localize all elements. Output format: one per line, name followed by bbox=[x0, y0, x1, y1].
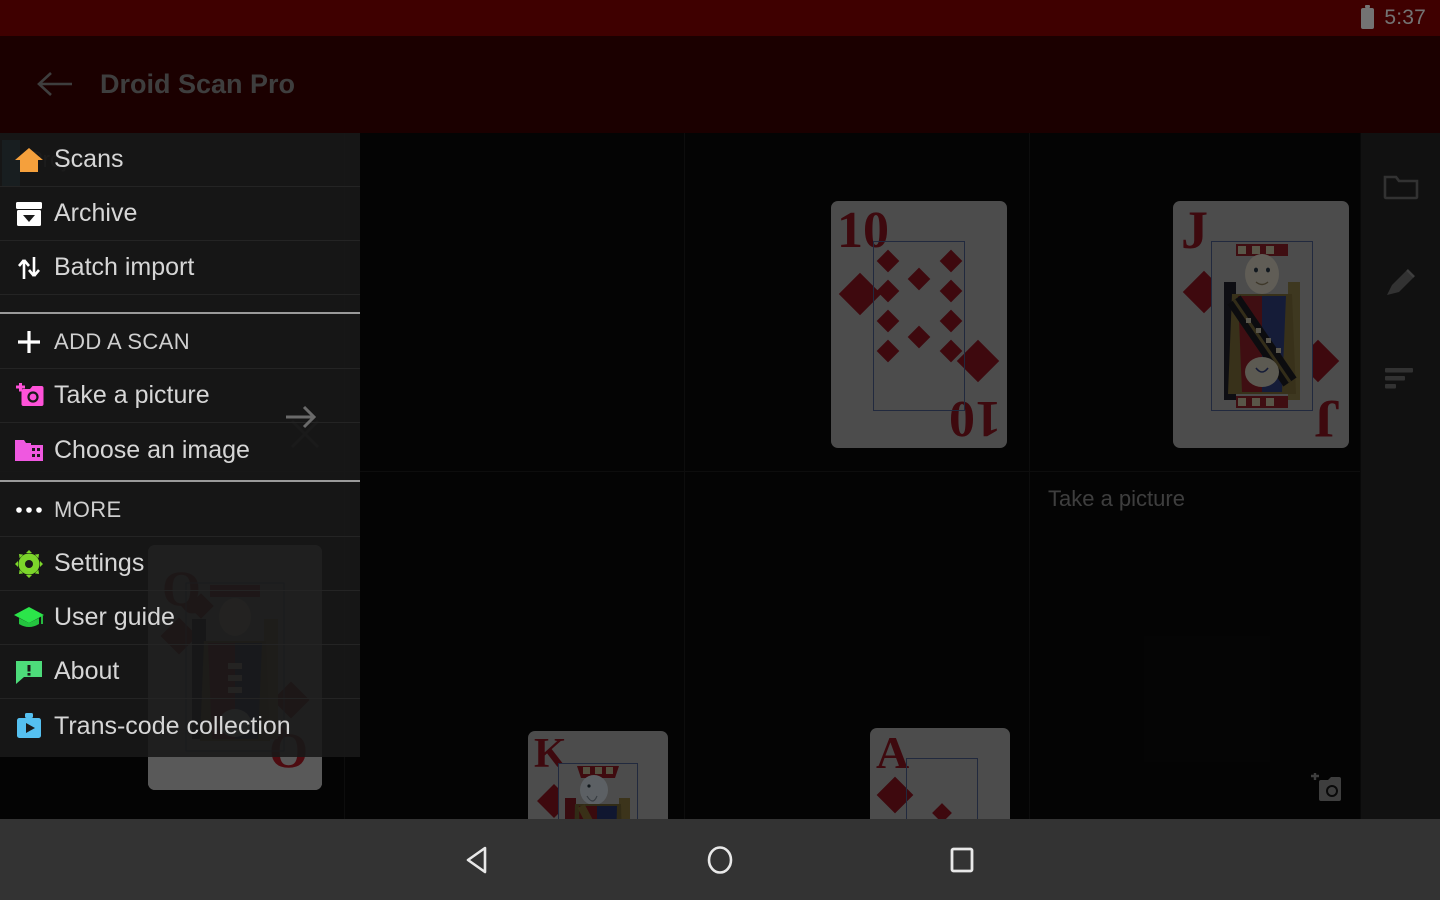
sidebar-item-label: About bbox=[54, 657, 120, 685]
add-a-photo-icon bbox=[12, 379, 46, 413]
photo-folder-icon bbox=[12, 433, 46, 467]
swap-vertical-icon bbox=[12, 251, 46, 285]
card-K-of-diamonds: K K bbox=[528, 731, 668, 819]
sidebar-item-label: Settings bbox=[54, 549, 145, 577]
sidebar-item-settings[interactable]: Settings bbox=[0, 537, 360, 591]
sidebar-item-choose-an-image[interactable]: Choose an image bbox=[0, 405, 360, 477]
folder-icon[interactable] bbox=[1361, 145, 1440, 225]
app-bar: Droid Scan Pro bbox=[0, 36, 1440, 133]
grid-cell-card-queen[interactable] bbox=[345, 133, 685, 472]
graduation-cap-icon bbox=[12, 601, 46, 635]
recents-square-icon[interactable] bbox=[902, 819, 1022, 900]
navigation-drawer: Scans Archive Batch import ADD A SCAN Ta… bbox=[0, 133, 360, 757]
sidebar-item-label: User guide bbox=[54, 603, 175, 631]
home-circle-icon[interactable] bbox=[660, 819, 780, 900]
arrow-right-icon[interactable] bbox=[278, 395, 322, 439]
sidebar-item-label: Trans-code collection bbox=[54, 711, 291, 740]
face-card-artwork bbox=[559, 764, 637, 819]
grid-cell-card-king[interactable]: K K bbox=[345, 472, 685, 819]
sidebar-header-add-a-scan: ADD A SCAN bbox=[0, 315, 360, 369]
sidebar-item-batch-import[interactable]: Batch import bbox=[0, 241, 360, 295]
battery-full-icon bbox=[1361, 4, 1375, 29]
plus-icon bbox=[12, 325, 46, 359]
sidebar-item-label: Archive bbox=[54, 199, 138, 227]
tool-rail bbox=[1360, 133, 1440, 819]
sidebar-item-archive[interactable]: Archive bbox=[0, 187, 360, 241]
status-bar-right: 5:37 bbox=[1361, 0, 1426, 36]
grid-cell-card-ten[interactable]: 10 10 bbox=[685, 133, 1030, 472]
grid-cell-take-a-picture[interactable]: Take a picture bbox=[1030, 472, 1360, 819]
sidebar-item-about[interactable]: About bbox=[0, 645, 360, 699]
add-a-photo-icon[interactable] bbox=[1308, 772, 1346, 807]
sidebar-item-label: Batch import bbox=[54, 253, 195, 281]
sidebar-header-label: MORE bbox=[54, 496, 122, 522]
card-J-of-diamonds: J J bbox=[1173, 200, 1349, 449]
drawer-divider bbox=[0, 480, 360, 482]
briefcase-play-icon bbox=[12, 709, 46, 743]
drawer-divider bbox=[0, 312, 360, 314]
page-title: Droid Scan Pro bbox=[100, 69, 296, 99]
gear-icon bbox=[12, 547, 46, 581]
card-A-of-diamonds: A A bbox=[870, 728, 1010, 819]
sidebar-item-user-guide[interactable]: User guide bbox=[0, 591, 360, 645]
info-bubble-icon bbox=[12, 655, 46, 689]
sidebar-header-label: ADD A SCAN bbox=[54, 328, 191, 354]
back-triangle-icon[interactable] bbox=[418, 819, 538, 900]
card-rank-bottom: J bbox=[1314, 389, 1341, 449]
sidebar-item-label: Take a picture bbox=[54, 381, 210, 409]
grid-cell-card-ace[interactable]: A A bbox=[685, 472, 1030, 819]
sidebar-header-more: MORE bbox=[0, 483, 360, 537]
android-screen: 5:37 Droid Scan Pro Project 1 bbox=[0, 0, 1440, 900]
home-icon bbox=[12, 143, 46, 177]
arrow-left-icon[interactable] bbox=[36, 64, 76, 104]
status-bar: 5:37 bbox=[0, 0, 1440, 36]
take-a-picture-label: Take a picture bbox=[1048, 486, 1185, 511]
card-rank-top: A bbox=[876, 727, 910, 778]
archive-icon bbox=[12, 197, 46, 231]
sidebar-item-label: Choose an image bbox=[54, 435, 250, 464]
grid-cell-card-jack[interactable]: J J bbox=[1030, 133, 1360, 472]
face-card-artwork bbox=[1212, 242, 1312, 410]
sidebar-item-trans-code-collection[interactable]: Trans-code collection bbox=[0, 699, 360, 753]
more-horizontal-icon bbox=[12, 493, 46, 527]
sidebar-item-scans[interactable]: Scans bbox=[0, 133, 360, 187]
android-nav-bar bbox=[0, 819, 1440, 900]
pencil-icon[interactable] bbox=[1361, 243, 1440, 323]
card-10-of-diamonds: 10 10 bbox=[831, 201, 1007, 448]
status-bar-clock: 5:37 bbox=[1384, 6, 1426, 29]
sidebar-item-label: Scans bbox=[54, 145, 124, 173]
card-rank-top: J bbox=[1181, 200, 1208, 260]
sort-list-icon[interactable] bbox=[1361, 338, 1440, 418]
